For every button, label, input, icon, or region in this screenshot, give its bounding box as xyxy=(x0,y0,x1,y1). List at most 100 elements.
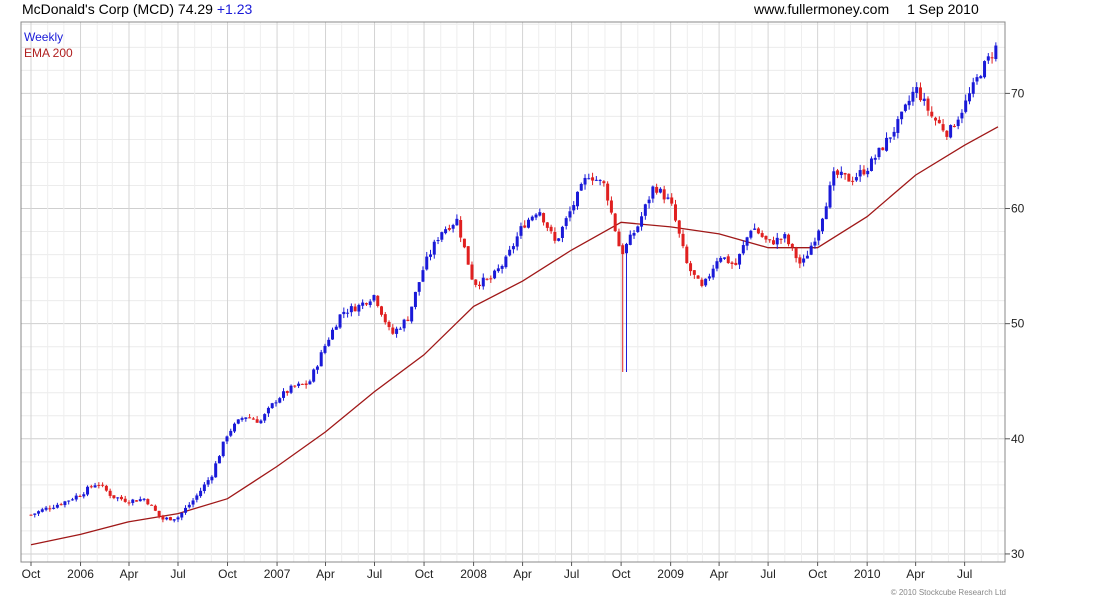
candle-body xyxy=(346,312,350,314)
candle-body xyxy=(334,326,338,330)
candle-body xyxy=(934,117,938,121)
candle xyxy=(233,422,237,433)
candle-body xyxy=(123,498,127,502)
candle xyxy=(572,201,576,215)
candle-body xyxy=(741,245,745,254)
candle-body xyxy=(545,222,549,228)
candle-body xyxy=(892,131,896,137)
candle-body xyxy=(425,256,429,270)
y-tick-label: 40 xyxy=(1011,432,1025,446)
candle-body xyxy=(885,137,889,151)
candle xyxy=(862,165,866,176)
candle xyxy=(172,519,176,523)
candle-body xyxy=(862,169,866,175)
candle-body xyxy=(617,231,621,247)
x-tick-label: 2010 xyxy=(854,567,881,581)
candle xyxy=(666,193,670,200)
candle-body xyxy=(327,339,331,346)
candle xyxy=(496,264,500,273)
candle-body xyxy=(493,270,497,279)
candle-body xyxy=(730,262,734,264)
candle-body xyxy=(270,403,274,409)
candle xyxy=(327,337,331,347)
candle xyxy=(255,416,259,423)
candle xyxy=(478,281,482,290)
candle-body xyxy=(489,278,493,280)
candle xyxy=(854,172,858,182)
candle-body xyxy=(839,171,843,175)
candle-body xyxy=(297,383,301,386)
candle-body xyxy=(417,282,421,292)
candle xyxy=(97,482,101,489)
candle xyxy=(624,242,628,373)
candle xyxy=(967,87,971,105)
candle-body xyxy=(677,220,681,234)
candle xyxy=(560,225,564,243)
x-tick-label: Jul xyxy=(170,567,185,581)
price-chart: 3040506070 Oct 2006 Apr Jul Oct 2007 Apr Jul Oct… xyxy=(20,21,1025,581)
candle xyxy=(199,487,203,498)
candle-body xyxy=(55,504,59,508)
candle xyxy=(515,232,519,251)
x-tick-label: Oct xyxy=(612,567,631,581)
candle-body xyxy=(97,484,101,486)
candle xyxy=(37,510,41,517)
candle xyxy=(575,191,579,210)
candle-body xyxy=(696,275,700,279)
candle-body xyxy=(142,498,146,500)
candle-body xyxy=(873,157,877,160)
candle xyxy=(474,279,478,288)
candle-body xyxy=(538,212,542,216)
candle-body xyxy=(681,233,685,247)
candle-body xyxy=(523,225,527,228)
candle-body xyxy=(952,125,956,128)
candle-body xyxy=(187,504,191,508)
candle xyxy=(783,232,787,243)
candle-body xyxy=(707,276,711,279)
candle-body xyxy=(176,517,180,520)
candle xyxy=(184,505,188,515)
candle xyxy=(609,196,613,215)
candle xyxy=(210,475,214,484)
candle xyxy=(824,202,828,220)
candle xyxy=(278,396,282,404)
candle-body xyxy=(866,170,870,175)
candle xyxy=(150,504,154,506)
candle xyxy=(244,417,248,422)
candle xyxy=(300,383,304,385)
candle xyxy=(704,278,708,287)
candle-body xyxy=(44,507,48,510)
candle-body xyxy=(790,243,794,248)
candle xyxy=(549,224,553,234)
candle xyxy=(323,343,327,355)
candle xyxy=(470,261,474,281)
candle xyxy=(526,217,530,229)
candle xyxy=(48,505,52,512)
x-tick-label: Apr xyxy=(120,567,139,581)
candle-body xyxy=(398,328,402,330)
candle-body xyxy=(606,183,610,201)
candle xyxy=(798,254,802,269)
candle xyxy=(40,507,44,513)
candle-body xyxy=(474,279,478,285)
candle-body xyxy=(809,245,813,255)
candle-body xyxy=(135,500,139,502)
x-tick-label: Oct xyxy=(22,567,41,581)
candle xyxy=(677,219,681,238)
candle-body xyxy=(266,407,270,414)
candle-body xyxy=(70,499,74,501)
candle-body xyxy=(225,436,229,442)
candle xyxy=(346,308,350,318)
candle xyxy=(138,496,142,502)
x-tick-label: Jul xyxy=(957,567,972,581)
candle-body xyxy=(843,173,847,175)
candle xyxy=(191,498,195,508)
candle-body xyxy=(930,111,934,117)
candle-body xyxy=(624,243,628,254)
x-tick-label: Apr xyxy=(710,567,729,581)
candle-body xyxy=(956,119,960,127)
candle-body xyxy=(734,262,738,265)
candle xyxy=(606,181,610,206)
candle xyxy=(930,106,934,118)
candle xyxy=(975,74,979,85)
